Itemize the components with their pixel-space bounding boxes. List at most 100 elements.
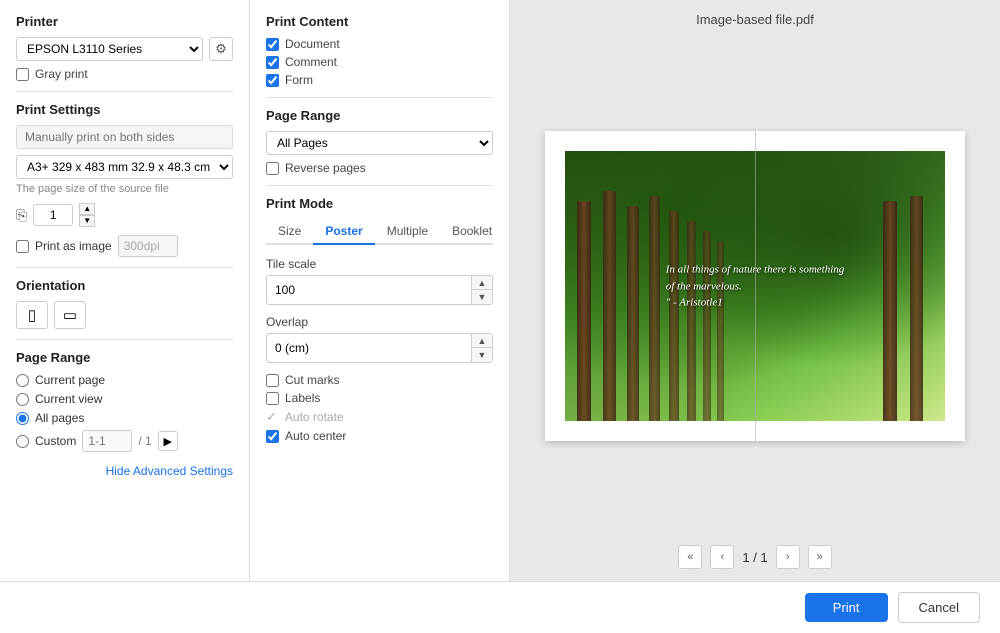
print-button[interactable]: Print bbox=[805, 593, 888, 622]
tile-scale-row: ▲ ▼ bbox=[266, 275, 493, 305]
comment-checkbox[interactable] bbox=[266, 56, 279, 69]
quote-line3: " - Aristotle1 bbox=[666, 296, 723, 308]
auto-rotate-label: Auto rotate bbox=[285, 410, 344, 424]
overlap-spinners: ▲ ▼ bbox=[471, 334, 492, 362]
auto-rotate-row: ✓ Auto rotate bbox=[266, 409, 493, 425]
preview-area: In all things of nature there is somethi… bbox=[522, 37, 988, 535]
print-mode-title: Print Mode bbox=[266, 196, 493, 211]
current-page-label: Current page bbox=[35, 373, 105, 387]
last-page-btn[interactable]: » bbox=[808, 545, 832, 569]
dpi-input[interactable] bbox=[118, 235, 178, 257]
print-content-title: Print Content bbox=[266, 14, 493, 29]
tab-poster[interactable]: Poster bbox=[313, 219, 374, 245]
comment-label: Comment bbox=[285, 55, 337, 69]
page-size-select[interactable]: A3+ 329 x 483 mm 32.9 x 48.3 cm bbox=[16, 155, 233, 179]
first-page-btn[interactable]: « bbox=[678, 545, 702, 569]
custom-label: Custom bbox=[35, 434, 76, 448]
form-checkbox[interactable] bbox=[266, 74, 279, 87]
preview-page: In all things of nature there is somethi… bbox=[545, 131, 965, 441]
cut-marks-row: Cut marks bbox=[266, 373, 493, 387]
printer-select[interactable]: EPSON L3110 Series bbox=[16, 37, 203, 61]
divider-m1 bbox=[266, 97, 493, 98]
printer-select-row: EPSON L3110 Series ⚙ bbox=[16, 37, 233, 61]
quote-line2: of the marvelous. bbox=[666, 280, 742, 292]
printer-settings-icon[interactable]: ⚙ bbox=[209, 37, 233, 61]
overlap-up[interactable]: ▲ bbox=[472, 334, 492, 348]
left-panel: Printer EPSON L3110 Series ⚙ Gray print … bbox=[0, 0, 250, 581]
page-current: 1 bbox=[742, 550, 749, 565]
page-range-title: Page Range bbox=[16, 350, 233, 365]
tab-size[interactable]: Size bbox=[266, 219, 313, 245]
orientation-title: Orientation bbox=[16, 278, 233, 293]
all-pages-label: All pages bbox=[35, 411, 84, 425]
reverse-pages-checkbox[interactable] bbox=[266, 162, 279, 175]
comment-row: Comment bbox=[266, 55, 493, 69]
both-sides-input bbox=[16, 125, 233, 149]
copies-down-btn[interactable]: ▼ bbox=[79, 215, 95, 227]
tile-scale-spinners: ▲ ▼ bbox=[471, 276, 492, 304]
all-pages-radio[interactable] bbox=[16, 412, 29, 425]
custom-row: Custom / 1 ▶ bbox=[16, 430, 233, 452]
print-settings-title: Print Settings bbox=[16, 102, 233, 117]
custom-next-btn[interactable]: ▶ bbox=[158, 431, 178, 451]
preview-title: Image-based file.pdf bbox=[522, 12, 988, 27]
cut-marks-label: Cut marks bbox=[285, 373, 340, 387]
mode-tabs: Size Poster Multiple Booklet bbox=[266, 219, 493, 245]
tab-multiple[interactable]: Multiple bbox=[375, 219, 440, 245]
tile-scale-up[interactable]: ▲ bbox=[472, 276, 492, 290]
printer-section-title: Printer bbox=[16, 14, 233, 29]
current-view-radio[interactable] bbox=[16, 393, 29, 406]
copies-icon: ⎘ bbox=[16, 207, 27, 224]
overlap-input[interactable] bbox=[267, 337, 471, 359]
next-page-btn[interactable]: › bbox=[776, 545, 800, 569]
current-page-radio[interactable] bbox=[16, 374, 29, 387]
overlap-down[interactable]: ▼ bbox=[472, 348, 492, 362]
gray-print-checkbox[interactable] bbox=[16, 68, 29, 81]
tab-booklet[interactable]: Booklet bbox=[440, 219, 504, 245]
custom-radio[interactable] bbox=[16, 435, 29, 448]
cancel-button[interactable]: Cancel bbox=[898, 592, 980, 623]
page-total: 1 bbox=[760, 550, 767, 565]
form-row: Form bbox=[266, 73, 493, 87]
page-range-m-title: Page Range bbox=[266, 108, 493, 123]
auto-center-row: Auto center bbox=[266, 429, 493, 443]
cut-marks-checkbox[interactable] bbox=[266, 374, 279, 387]
print-as-image-row: Print as image bbox=[16, 235, 233, 257]
right-panel: Image-based file.pdf bbox=[510, 0, 1000, 581]
prev-page-btn[interactable]: ‹ bbox=[710, 545, 734, 569]
reverse-pages-row: Reverse pages bbox=[266, 161, 493, 175]
page-range-select[interactable]: All Pages bbox=[266, 131, 493, 155]
copies-up-btn[interactable]: ▲ bbox=[79, 203, 95, 215]
document-row: Document bbox=[266, 37, 493, 51]
gray-print-row: Gray print bbox=[16, 67, 233, 81]
document-checkbox[interactable] bbox=[266, 38, 279, 51]
labels-checkbox[interactable] bbox=[266, 392, 279, 405]
gray-print-label: Gray print bbox=[35, 67, 88, 81]
copies-row: ⎘ ▲ ▼ bbox=[16, 203, 233, 227]
copies-input[interactable] bbox=[33, 204, 73, 226]
auto-center-label: Auto center bbox=[285, 429, 346, 443]
divider-1 bbox=[16, 91, 233, 92]
custom-total: / 1 bbox=[138, 434, 151, 448]
divider-m2 bbox=[266, 185, 493, 186]
portrait-btn[interactable]: ▯ bbox=[16, 301, 48, 329]
hide-advanced-link[interactable]: Hide Advanced Settings bbox=[16, 464, 233, 478]
landscape-btn[interactable]: ▭ bbox=[54, 301, 86, 329]
copies-spinners: ▲ ▼ bbox=[79, 203, 95, 227]
print-as-image-checkbox[interactable] bbox=[16, 240, 29, 253]
auto-center-checkbox[interactable] bbox=[266, 430, 279, 443]
custom-input[interactable] bbox=[82, 430, 132, 452]
tile-scale-input[interactable] bbox=[267, 279, 471, 301]
tile-scale-label: Tile scale bbox=[266, 257, 493, 271]
current-view-row: Current view bbox=[16, 392, 233, 406]
divider-2 bbox=[16, 267, 233, 268]
print-content-checks: Document Comment Form bbox=[266, 37, 493, 87]
quote-line1: In all things of nature there is somethi… bbox=[666, 263, 845, 275]
document-label: Document bbox=[285, 37, 340, 51]
overlap-label: Overlap bbox=[266, 315, 493, 329]
current-page-row: Current page bbox=[16, 373, 233, 387]
labels-label: Labels bbox=[285, 391, 320, 405]
tile-scale-down[interactable]: ▼ bbox=[472, 290, 492, 304]
divider-3 bbox=[16, 339, 233, 340]
source-hint: The page size of the source file bbox=[16, 183, 233, 195]
